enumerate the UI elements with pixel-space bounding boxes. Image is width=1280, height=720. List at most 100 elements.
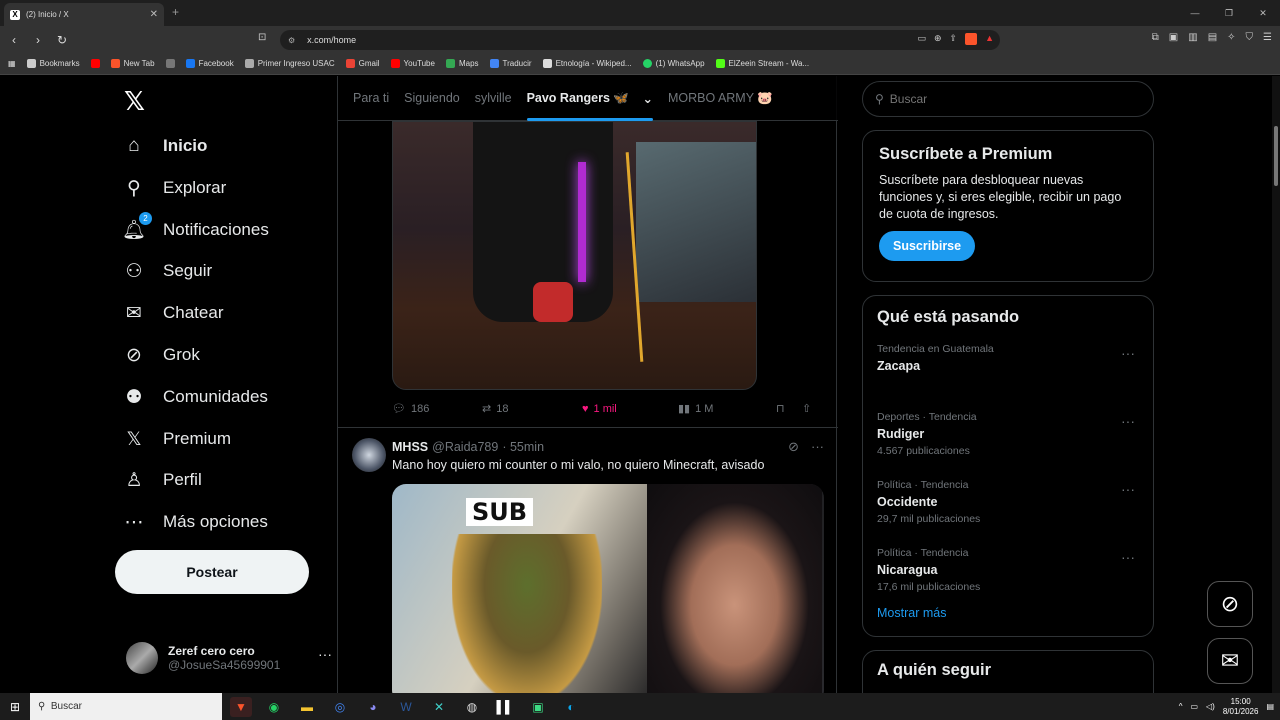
post-button[interactable]: Postear: [115, 550, 309, 594]
brave-app-icon[interactable]: ▼: [230, 696, 252, 717]
nav-notifications[interactable]: 🔔︎ 2 Notificaciones: [122, 210, 269, 250]
more-horizontal-icon[interactable]: ···: [1121, 345, 1135, 361]
chrome-icon[interactable]: ◎: [329, 697, 351, 717]
minimize-icon[interactable]: —: [1178, 0, 1212, 26]
notifications-icon[interactable]: ▤: [1266, 702, 1274, 711]
bookmark-item[interactable]: Etnología - Wikiped...: [542, 59, 632, 68]
restore-icon[interactable]: ❐: [1212, 0, 1246, 26]
trend-item[interactable]: Tendencia en Guatemala Zacapa ···: [877, 343, 1139, 399]
author-name[interactable]: MHSS: [392, 440, 428, 454]
trend-item[interactable]: Deportes · Tendencia Rudiger 4.567 publi…: [877, 411, 1139, 467]
app-icon[interactable]: ▣: [527, 697, 549, 717]
nav-profile[interactable]: ♙ Perfil: [122, 460, 201, 500]
nav-grok[interactable]: ⊘ Grok: [122, 335, 200, 375]
like-button[interactable]: ♥ 1 mil: [582, 403, 678, 415]
repost-button[interactable]: ⇄ 18: [482, 402, 582, 416]
volume-icon[interactable]: ◁): [1206, 702, 1215, 711]
bookmark-item[interactable]: (1) WhatsApp: [642, 59, 705, 68]
sidebar-icon[interactable]: ▥: [1188, 32, 1197, 43]
grok-fab-icon[interactable]: ⊘: [1207, 581, 1253, 627]
wallet-icon[interactable]: ▤: [1208, 32, 1217, 43]
site-info-icon[interactable]: ⚙: [288, 36, 295, 45]
nav-premium[interactable]: 𝕏 Premium: [122, 419, 231, 459]
more-horizontal-icon[interactable]: ···: [1121, 481, 1135, 497]
tab-siguiendo[interactable]: Siguiendo: [404, 76, 460, 121]
forward-icon[interactable]: ›: [28, 33, 48, 47]
more-horizontal-icon[interactable]: ···: [1121, 413, 1135, 429]
address-bar[interactable]: ⚙ x.com/home ▭ ⊕ ⇪ ▲: [280, 30, 1000, 50]
audio-app-icon[interactable]: ▌▌: [494, 697, 516, 717]
nav-more-options[interactable]: ⋯ Más opciones: [122, 502, 268, 542]
tab-para-ti[interactable]: Para ti: [353, 76, 389, 121]
back-icon[interactable]: ‹: [4, 33, 24, 47]
messages-fab-icon[interactable]: ✉: [1207, 638, 1253, 684]
clock[interactable]: 15:00 8/01/2026: [1223, 697, 1259, 717]
bookmark-item[interactable]: New Tab: [110, 59, 155, 68]
reply-button[interactable]: 💬︎ 186: [392, 402, 482, 416]
post-video[interactable]: [392, 121, 757, 390]
brave-rewards-icon[interactable]: ▲: [985, 33, 994, 45]
nav-home[interactable]: ⌂ Inicio: [122, 126, 207, 166]
bookmark-page-icon[interactable]: ⊡: [258, 32, 266, 43]
author-handle[interactable]: @Raida789: [432, 440, 498, 454]
nav-explore[interactable]: ⚲ Explorar: [122, 168, 226, 208]
whatsapp-app-icon[interactable]: ◉: [263, 697, 285, 717]
bookmark-item[interactable]: Gmail: [345, 59, 380, 68]
browser-tab[interactable]: X (2) Inicio / X ✕: [4, 3, 164, 26]
zoom-icon[interactable]: ⊕: [934, 33, 942, 45]
bookmark-item[interactable]: Primer Ingreso USAC: [244, 59, 335, 68]
tweet-image[interactable]: SUB: [392, 484, 824, 693]
reload-icon[interactable]: ↻: [52, 33, 72, 47]
brave-shields-icon[interactable]: [965, 33, 978, 45]
bookmark-item[interactable]: YouTube: [390, 59, 435, 68]
windows-start-icon[interactable]: ⊞: [0, 700, 30, 714]
nav-communities[interactable]: ⚉ Comunidades: [122, 377, 267, 417]
bookmark-item[interactable]: [165, 59, 175, 68]
tab-sylville[interactable]: sylville: [475, 76, 512, 121]
more-horizontal-icon[interactable]: ···: [1121, 549, 1135, 565]
file-explorer-icon[interactable]: ▬: [296, 697, 318, 717]
taskbar-search[interactable]: ⚲ Buscar: [30, 693, 222, 720]
show-more-link[interactable]: Mostrar más: [877, 606, 946, 620]
nav-follow[interactable]: ⚇ Seguir: [122, 251, 212, 291]
edge-icon[interactable]: ◐: [560, 697, 582, 717]
scrollbar-thumb[interactable]: [1274, 126, 1278, 186]
new-tab-button[interactable]: +: [172, 5, 179, 19]
grok-icon[interactable]: ⊘: [788, 439, 799, 455]
more-horizontal-icon[interactable]: ···: [811, 439, 824, 455]
tweet-time[interactable]: · 55min: [502, 440, 544, 454]
search-box[interactable]: ⚲: [862, 81, 1154, 117]
network-icon[interactable]: ▭: [1190, 702, 1198, 711]
cast-icon[interactable]: ▭: [917, 33, 926, 45]
leo-icon[interactable]: ✧: [1227, 32, 1235, 43]
app-icon[interactable]: ◍: [461, 697, 483, 717]
chevron-down-icon[interactable]: ⌄: [642, 91, 652, 106]
bookmark-item[interactable]: Bookmarks: [26, 59, 80, 68]
app-icon[interactable]: ✕: [428, 697, 450, 717]
bookmark-item[interactable]: Facebook: [185, 59, 234, 68]
trend-item[interactable]: Política · Tendencia Nicaragua 17,6 mil …: [877, 547, 1139, 603]
bookmark-button[interactable]: ⊓: [776, 402, 802, 415]
word-icon[interactable]: W: [395, 697, 417, 717]
x-logo-icon[interactable]: 𝕏: [124, 86, 145, 117]
tab-search-icon[interactable]: ▣: [1169, 32, 1178, 43]
close-window-icon[interactable]: ✕: [1246, 0, 1280, 26]
vpn-icon[interactable]: ⛉: [1246, 32, 1254, 43]
menu-icon[interactable]: ☰: [1263, 32, 1272, 43]
search-input[interactable]: [889, 92, 1130, 106]
bookmark-item[interactable]: Traducir: [489, 59, 532, 68]
share-icon[interactable]: ⇪: [950, 33, 958, 45]
chevron-up-icon[interactable]: ^: [1179, 702, 1183, 711]
discord-icon[interactable]: ◕: [362, 697, 384, 717]
avatar[interactable]: [352, 438, 386, 472]
apps-icon[interactable]: ▦: [8, 59, 16, 68]
tab-morbo-army[interactable]: MORBO ARMY 🐷: [668, 76, 773, 121]
nav-chat[interactable]: ✉ Chatear: [122, 293, 223, 333]
account-switcher[interactable]: Zeref cero cero @JosueSa45699901 ···: [126, 638, 332, 678]
more-horizontal-icon[interactable]: ···: [318, 646, 332, 662]
tab-pavo-rangers[interactable]: Pavo Rangers 🦋 ⌄: [526, 76, 654, 121]
trend-item[interactable]: Política · Tendencia Occidente 29,7 mil …: [877, 479, 1139, 535]
subscribe-button[interactable]: Suscribirse: [879, 231, 976, 261]
views-button[interactable]: ▮▮ 1 M: [678, 402, 776, 416]
page-scrollbar[interactable]: [1272, 76, 1280, 693]
